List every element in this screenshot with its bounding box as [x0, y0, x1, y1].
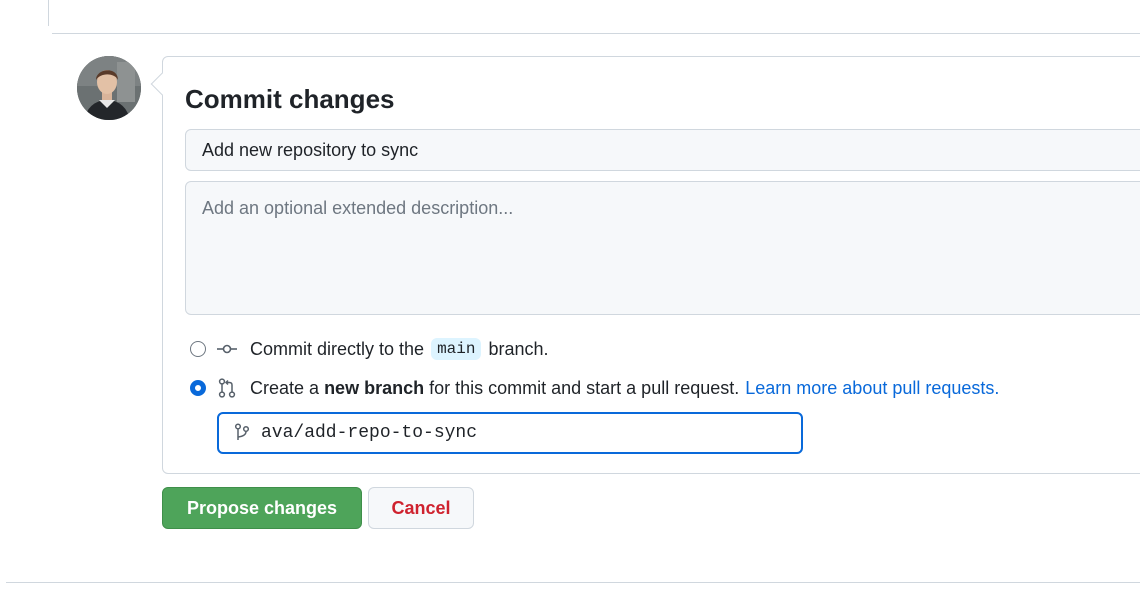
cancel-button[interactable]: Cancel — [368, 487, 474, 529]
commit-direct-radio[interactable] — [190, 341, 206, 357]
new-branch-text-before: Create a — [250, 377, 320, 398]
commit-direct-text: Commit directly to the — [250, 338, 425, 359]
new-branch-bold-text: new branch — [324, 377, 425, 398]
commit-description-textarea[interactable] — [185, 181, 1140, 315]
new-branch-option[interactable]: Create a new branch for this commit and … — [190, 376, 999, 400]
branch-name-field[interactable] — [217, 412, 803, 454]
new-branch-text-after: for this commit and start a pull request… — [429, 377, 740, 398]
commit-direct-option[interactable]: Commit directly to the main branch. — [190, 337, 549, 361]
git-pull-request-icon — [216, 377, 238, 399]
timeline-rule — [48, 0, 49, 26]
propose-changes-button[interactable]: Propose changes — [162, 487, 362, 529]
top-divider — [52, 33, 1140, 34]
avatar — [77, 56, 141, 120]
commit-summary-input[interactable] — [185, 129, 1140, 171]
new-branch-radio[interactable] — [190, 380, 206, 396]
branch-name-input[interactable] — [261, 423, 781, 443]
branch-name-pill: main — [431, 338, 482, 360]
git-branch-icon — [231, 422, 253, 444]
git-commit-icon — [216, 338, 238, 360]
learn-more-pull-requests-link[interactable]: Learn more about pull requests. — [745, 378, 999, 399]
commit-direct-text-after: branch. — [488, 338, 549, 359]
avatar-image — [77, 56, 141, 120]
commit-title: Commit changes — [185, 84, 395, 114]
commit-changes-page: Commit changes Commit directly to the ma… — [0, 0, 1140, 590]
bottom-divider — [6, 582, 1140, 583]
